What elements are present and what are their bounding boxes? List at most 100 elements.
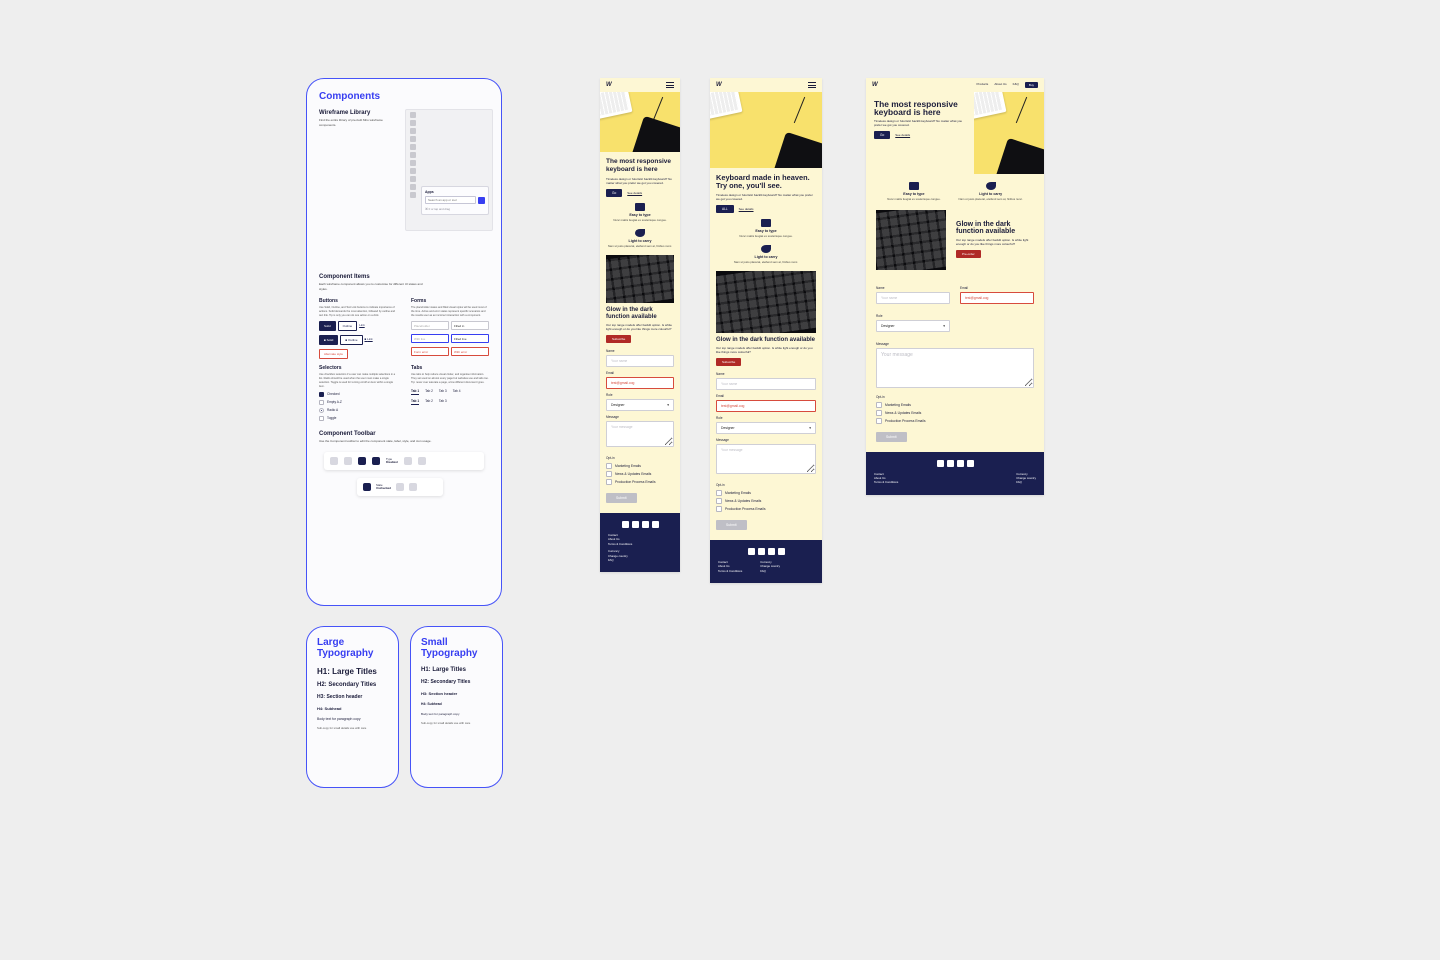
nav-faq[interactable]: F&Q: [1013, 82, 1019, 88]
btn-link[interactable]: Link: [359, 321, 365, 331]
name-input-c[interactable]: [876, 292, 950, 304]
toolbar-more-icon[interactable]: [418, 457, 426, 465]
nav-about[interactable]: About Us: [994, 82, 1006, 88]
shape-icon[interactable]: [410, 144, 416, 150]
toolbar-small-more-icon[interactable]: [409, 483, 417, 491]
checkbox-on[interactable]: [319, 392, 324, 397]
linkedin-icon[interactable]: [642, 521, 649, 528]
tab-r2-3[interactable]: Tab 3: [439, 399, 447, 405]
comment-icon[interactable]: [410, 168, 416, 174]
apps-icon[interactable]: [410, 192, 416, 198]
toolbar-lock-icon[interactable]: [404, 457, 412, 465]
hamburger-icon-b[interactable]: [808, 82, 816, 88]
message-input-b[interactable]: [716, 444, 816, 474]
twitter-icon[interactable]: [622, 521, 629, 528]
optin-3c[interactable]: [876, 418, 882, 424]
field-error[interactable]: Form error: [411, 347, 449, 356]
facebook-icon-c[interactable]: [947, 460, 954, 467]
apps-search-go-icon[interactable]: [478, 197, 485, 204]
glow-cta[interactable]: Subscribe: [606, 335, 631, 343]
hero-cta-b[interactable]: ALL: [716, 205, 734, 213]
tab-r2-1[interactable]: Tab 1: [411, 399, 419, 405]
pen-icon[interactable]: [410, 160, 416, 166]
toolbar-square-icon[interactable]: [330, 457, 338, 465]
hamburger-icon[interactable]: [666, 82, 674, 88]
template-icon[interactable]: [410, 120, 416, 126]
btn-link-icon[interactable]: ■ Link: [365, 335, 373, 345]
tab-4[interactable]: Tab 4: [453, 389, 461, 395]
optin-3b[interactable]: [716, 506, 722, 512]
btn-solid-icon[interactable]: ■ Solid: [319, 335, 338, 345]
checkbox-off[interactable]: [319, 400, 324, 405]
glow-cta-c[interactable]: Pre-order: [956, 250, 981, 258]
brand-logo[interactable]: W: [606, 82, 612, 88]
email-input[interactable]: [606, 377, 674, 389]
hero-ghost-c[interactable]: See details: [895, 133, 910, 137]
role-select-b[interactable]: Designer: [716, 422, 816, 434]
toolbar-color-icon[interactable]: [358, 457, 366, 465]
footer-terms-c[interactable]: Terms & Conditions: [874, 480, 898, 484]
facebook-icon[interactable]: [632, 521, 639, 528]
btn-error-sample[interactable]: Alternate style: [319, 349, 348, 359]
instagram-icon[interactable]: [652, 521, 659, 528]
toolbar-style-icon[interactable]: [344, 457, 352, 465]
arrow-icon[interactable]: [410, 152, 416, 158]
email-input-c[interactable]: [960, 292, 1034, 304]
btn-outline-icon[interactable]: ■ Outline: [340, 335, 362, 345]
submit-button-b[interactable]: Submit: [716, 520, 747, 530]
nav-products[interactable]: Products: [976, 82, 988, 88]
optin-2[interactable]: [606, 471, 612, 477]
nav-buy[interactable]: Buy: [1025, 82, 1038, 88]
frame-icon[interactable]: [410, 176, 416, 182]
optin-1[interactable]: [606, 463, 612, 469]
hero-cta-c[interactable]: Go: [874, 131, 890, 139]
btn-solid[interactable]: Solid: [319, 321, 336, 331]
field-active-filled[interactable]: Filled live: [451, 334, 489, 343]
field-error-filled[interactable]: With error: [451, 347, 489, 356]
linkedin-icon-b[interactable]: [768, 548, 775, 555]
tab-3[interactable]: Tab 3: [439, 389, 447, 395]
role-select[interactable]: Designer: [606, 399, 674, 411]
name-input-b[interactable]: [716, 378, 816, 390]
optin-3[interactable]: [606, 479, 612, 485]
toggle[interactable]: [319, 416, 324, 421]
submit-button-c[interactable]: Submit: [876, 432, 907, 442]
upload-icon[interactable]: [410, 184, 416, 190]
footer-faq[interactable]: FAQ: [608, 558, 672, 562]
toolbar-state-color-icon[interactable]: [363, 483, 371, 491]
brand-logo-c[interactable]: W: [872, 82, 878, 88]
toolbar-flag-icon[interactable]: [372, 457, 380, 465]
twitter-icon-c[interactable]: [937, 460, 944, 467]
footer-faq-c[interactable]: FAQ: [1016, 480, 1036, 484]
glow-cta-b[interactable]: Subscribe: [716, 358, 741, 366]
submit-button[interactable]: Submit: [606, 493, 637, 503]
btn-outline[interactable]: Outline: [338, 321, 358, 331]
footer-terms-b[interactable]: Terms & Conditions: [718, 569, 742, 573]
toolbar-state[interactable]: State Unchecked: [376, 484, 391, 490]
hero-ghost[interactable]: See details: [627, 191, 642, 195]
optin-2c[interactable]: [876, 410, 882, 416]
text-icon[interactable]: [410, 128, 416, 134]
instagram-icon-c[interactable]: [967, 460, 974, 467]
component-toolbar-big[interactable]: Type Disabled: [324, 452, 484, 470]
toolbar-type[interactable]: Type Disabled: [386, 458, 398, 464]
tab-r2-2[interactable]: Tab 2: [425, 399, 433, 405]
tab-2[interactable]: Tab 2: [425, 389, 433, 395]
optin-2b[interactable]: [716, 498, 722, 504]
email-input-b[interactable]: [716, 400, 816, 412]
name-input[interactable]: [606, 355, 674, 367]
linkedin-icon-c[interactable]: [957, 460, 964, 467]
tab-1[interactable]: Tab 1: [411, 389, 419, 395]
brand-logo-b[interactable]: W: [716, 82, 722, 88]
field-placeholder[interactable]: Placeholder: [411, 321, 449, 330]
apps-search-input[interactable]: [425, 196, 476, 204]
cursor-icon[interactable]: [410, 112, 416, 118]
twitter-icon-b[interactable]: [748, 548, 755, 555]
toolbar-unlock-icon[interactable]: [396, 483, 404, 491]
message-input[interactable]: [606, 421, 674, 447]
message-input-c[interactable]: [876, 348, 1034, 388]
hero-ghost-b[interactable]: See details: [739, 207, 754, 211]
footer-faq-b[interactable]: FAQ: [760, 569, 780, 573]
optin-1b[interactable]: [716, 490, 722, 496]
hero-cta[interactable]: Go: [606, 189, 622, 197]
